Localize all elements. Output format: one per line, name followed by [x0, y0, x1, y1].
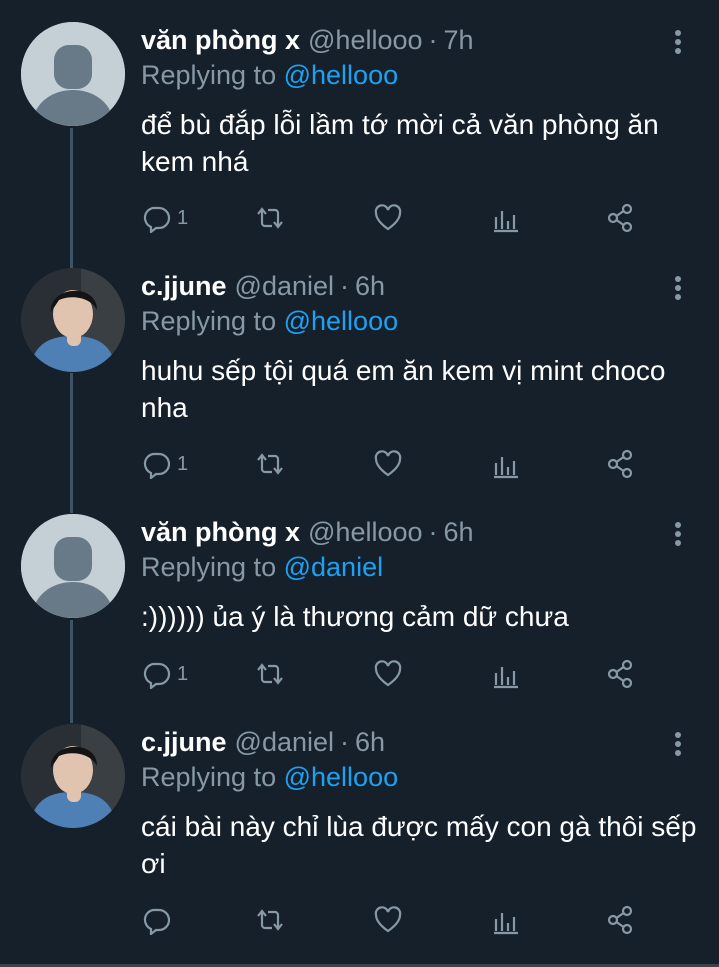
tweet-actions: 1	[141, 446, 661, 482]
user-handle[interactable]: @hellooo	[308, 25, 423, 55]
profile-photo	[21, 268, 125, 372]
mention-link[interactable]: @hellooo	[284, 306, 399, 336]
replying-to-label: Replying to	[141, 306, 277, 336]
replying-to-label: Replying to	[141, 552, 277, 582]
analytics-button[interactable]	[491, 446, 521, 482]
default-avatar-icon	[21, 22, 125, 126]
share-icon	[607, 203, 633, 233]
tweet-header: c.jjune @daniel · 6h	[141, 725, 385, 759]
separator-dot: ·	[340, 271, 350, 301]
reply-icon	[143, 908, 171, 935]
retweet-icon	[257, 207, 283, 229]
retweet-icon	[257, 663, 283, 685]
timestamp[interactable]: 7h	[444, 25, 474, 55]
profile-photo	[21, 724, 125, 828]
more-vertical-icon[interactable]	[668, 28, 688, 58]
retweet-icon	[257, 453, 283, 475]
display-name[interactable]: c.jjune	[141, 727, 227, 757]
tweet-text: huhu sếp tội quá em ăn kem vị mint choco…	[141, 355, 666, 423]
like-button[interactable]	[373, 656, 403, 692]
share-button[interactable]	[605, 656, 635, 692]
timestamp[interactable]: 6h	[355, 727, 385, 757]
tweet-text: :)))))) ủa ý là thương cảm dữ chưa	[141, 601, 569, 632]
avatar[interactable]	[21, 724, 125, 828]
reply-count: 1	[177, 662, 189, 685]
thread-line	[70, 128, 73, 268]
reply-icon	[143, 662, 171, 689]
like-button[interactable]	[373, 446, 403, 482]
mention-link[interactable]: @hellooo	[284, 762, 399, 792]
like-button[interactable]	[373, 902, 403, 938]
like-icon	[374, 204, 402, 231]
reply-button[interactable]: 1	[141, 446, 188, 482]
replying-to: Replying to @hellooo	[141, 760, 398, 794]
reply-button[interactable]: 1	[141, 200, 188, 236]
tweet-text: cái bài này chỉ lùa được mấy con gà thôi…	[141, 811, 697, 879]
analytics-button[interactable]	[491, 902, 521, 938]
share-icon	[607, 449, 633, 479]
like-button[interactable]	[373, 200, 403, 236]
tweet-actions: 1	[141, 200, 661, 236]
analytics-button[interactable]	[491, 656, 521, 692]
retweet-button[interactable]	[255, 902, 285, 938]
retweet-icon	[257, 909, 283, 931]
replying-to-label: Replying to	[141, 762, 277, 792]
reply-count: 1	[177, 206, 189, 229]
separator-dot: ·	[428, 517, 438, 547]
share-icon	[607, 659, 633, 689]
replying-to-label: Replying to	[141, 60, 277, 90]
more-vertical-icon[interactable]	[668, 274, 688, 304]
display-name[interactable]: văn phòng x	[141, 517, 300, 547]
replying-to: Replying to @hellooo	[141, 304, 398, 338]
user-handle[interactable]: @daniel	[235, 727, 334, 757]
default-avatar-icon	[21, 514, 125, 618]
like-icon	[374, 660, 402, 687]
retweet-button[interactable]	[255, 446, 285, 482]
user-handle[interactable]: @daniel	[235, 271, 334, 301]
separator-dot: ·	[340, 727, 350, 757]
share-icon	[607, 905, 633, 935]
avatar[interactable]	[21, 514, 125, 618]
analytics-icon	[494, 211, 518, 233]
tweet-actions: 1	[141, 656, 661, 692]
retweet-button[interactable]	[255, 656, 285, 692]
share-button[interactable]	[605, 902, 635, 938]
reply-count: 1	[177, 452, 189, 475]
tweet-text: để bù đắp lỗi lầm tớ mời cả văn phòng ăn…	[141, 109, 659, 177]
reply-icon	[143, 206, 171, 233]
mention-link[interactable]: @hellooo	[284, 60, 399, 90]
display-name[interactable]: văn phòng x	[141, 25, 300, 55]
replying-to: Replying to @daniel	[141, 550, 383, 584]
analytics-button[interactable]	[491, 200, 521, 236]
avatar[interactable]	[21, 268, 125, 372]
tweet-header: văn phòng x @hellooo · 7h	[141, 23, 474, 57]
display-name[interactable]: c.jjune	[141, 271, 227, 301]
share-button[interactable]	[605, 200, 635, 236]
thread-line	[70, 620, 73, 723]
analytics-icon	[494, 913, 518, 935]
more-vertical-icon[interactable]	[668, 520, 688, 550]
tweet-header: văn phòng x @hellooo · 6h	[141, 515, 474, 549]
replying-to: Replying to @hellooo	[141, 58, 398, 92]
timestamp[interactable]: 6h	[444, 517, 474, 547]
retweet-button[interactable]	[255, 200, 285, 236]
analytics-icon	[494, 667, 518, 689]
timestamp[interactable]: 6h	[355, 271, 385, 301]
share-button[interactable]	[605, 446, 635, 482]
avatar[interactable]	[21, 22, 125, 126]
like-icon	[374, 906, 402, 933]
reply-button[interactable]	[141, 902, 177, 938]
like-icon	[374, 450, 402, 477]
analytics-icon	[494, 457, 518, 479]
tweet-header: c.jjune @daniel · 6h	[141, 269, 385, 303]
reply-icon	[143, 452, 171, 479]
tweet-actions	[141, 902, 661, 938]
reply-button[interactable]: 1	[141, 656, 188, 692]
mention-link[interactable]: @daniel	[284, 552, 383, 582]
more-vertical-icon[interactable]	[668, 730, 688, 760]
user-handle[interactable]: @hellooo	[308, 517, 423, 547]
thread-line	[70, 373, 73, 513]
separator-dot: ·	[428, 25, 438, 55]
